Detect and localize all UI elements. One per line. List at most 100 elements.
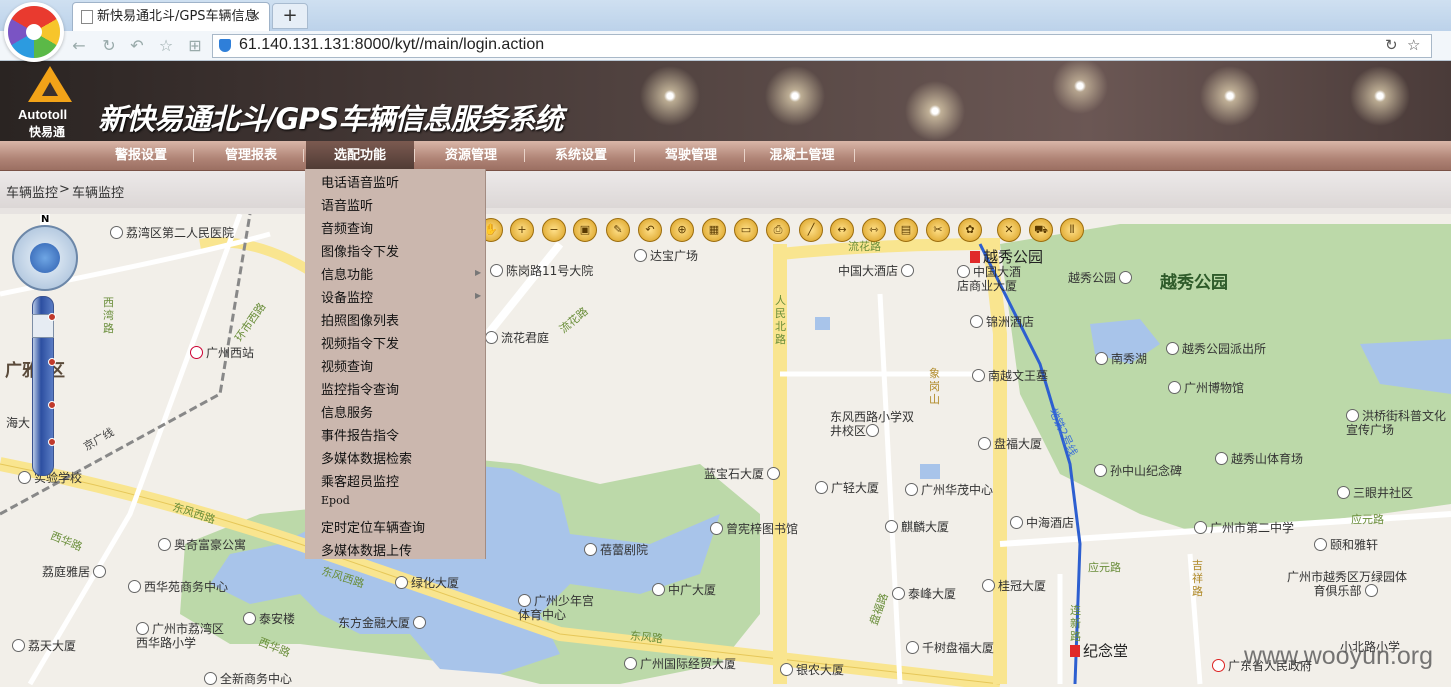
poi-marker[interactable]: 中国大酒店商业大厦 [957, 265, 1021, 293]
browser-tab[interactable]: 新快易通北斗/GPS车辆信息 × [72, 2, 270, 31]
menu-item-info-functions[interactable]: 信息功能 [321, 264, 373, 283]
poi-marker[interactable]: 荔湾区第二人民医院 [110, 224, 234, 241]
menu-driving-management[interactable]: 驾驶管理 [646, 141, 736, 170]
poi-marker[interactable]: 桂冠大厦 [982, 577, 1046, 594]
poi-marker[interactable]: 广州市第二中学 [1194, 519, 1294, 536]
poi-marker[interactable]: 达宝广场 [634, 247, 698, 264]
grid-icon[interactable]: ⊞ [184, 35, 206, 57]
poi-marker[interactable]: 全新商务中心 [204, 670, 292, 687]
poi-marker[interactable]: 千树盘福大厦 [906, 639, 994, 656]
breadcrumb-level1[interactable]: 车辆监控 [6, 182, 58, 201]
ruler-icon[interactable]: ↔ [830, 218, 854, 242]
back-icon[interactable]: ← [68, 35, 90, 57]
bookmark-star-icon[interactable]: ☆ [1407, 36, 1420, 54]
vehicle-icon[interactable]: ⛟ [1029, 218, 1053, 242]
poi-marker[interactable]: 中海酒店 [1010, 514, 1074, 531]
menu-item-voice-monitor[interactable]: 语音监听 [321, 195, 373, 214]
poi-marker[interactable]: 中国大酒店 [838, 262, 917, 279]
menu-management-reports[interactable]: 管理报表 [206, 141, 296, 170]
poi-marker[interactable]: 洪桥街科普文化宣传广场 [1346, 409, 1446, 437]
menu-item-monitor-command-query[interactable]: 监控指令查询 [321, 379, 399, 398]
menu-item-passenger-overload[interactable]: 乘客超员监控 [321, 471, 399, 490]
poi-marker[interactable]: 绿化大厦 [395, 574, 459, 591]
poi-marker[interactable]: 泰峰大厦 [892, 585, 956, 602]
back-view-icon[interactable]: ↶ [638, 218, 662, 242]
star-icon[interactable]: ☆ [155, 35, 177, 57]
tools-icon[interactable]: ✂ [926, 218, 950, 242]
full-extent-icon[interactable]: ⊕ [670, 218, 694, 242]
poi-marker[interactable]: 陈岗路11号大院 [490, 262, 593, 279]
menu-optional-features[interactable]: 选配功能 [306, 141, 414, 170]
distance-icon[interactable]: ⇿ [862, 218, 886, 242]
address-bar[interactable]: 61.140.131.131:8000/kyt//main/login.acti… [212, 34, 1432, 58]
settings-icon[interactable]: ✿ [958, 218, 982, 242]
zoom-level-marker[interactable] [48, 438, 56, 446]
undo-icon[interactable]: ↶ [126, 35, 148, 57]
poi-marker[interactable]: 越秀公园派出所 [1166, 340, 1266, 357]
poi-marker[interactable]: 越秀公园 [1068, 269, 1135, 286]
poi-marker[interactable]: 东方金融大厦 [338, 614, 429, 631]
menu-alarm-settings[interactable]: 警报设置 [96, 141, 186, 170]
poi-marker[interactable]: 东风西路小学双井校区 [830, 410, 918, 438]
poi-marker[interactable]: 孙中山纪念碑 [1094, 462, 1182, 479]
metro-station[interactable]: 纪念堂 [1070, 640, 1128, 661]
poi-marker[interactable]: 流花君庭 [485, 329, 549, 346]
menu-item-phone-voice-monitor[interactable]: 电话语音监听 [321, 172, 399, 191]
menu-concrete-management[interactable]: 混凝土管理 [756, 141, 848, 170]
menu-item-event-report[interactable]: 事件报告指令 [321, 425, 399, 444]
poi-marker[interactable]: 广州国际经贸大厦 [624, 655, 736, 672]
url-text[interactable]: 61.140.131.131:8000/kyt//main/login.acti… [239, 36, 544, 54]
poi-marker[interactable]: 盘福大厦 [978, 435, 1042, 452]
poi-marker[interactable]: 锦洲酒店 [970, 313, 1034, 330]
menu-item-multimedia-search[interactable]: 多媒体数据检索 [321, 448, 412, 467]
menu-item-info-service[interactable]: 信息服务 [321, 402, 373, 421]
reload-icon[interactable]: ↻ [1385, 36, 1398, 54]
menu-item-video-query[interactable]: 视频查询 [321, 356, 373, 375]
menu-item-timed-location-query[interactable]: 定时定位车辆查询 [321, 517, 425, 536]
clear-icon[interactable]: ✕ [997, 218, 1021, 242]
poi-marker[interactable]: 麒麟大厦 [885, 518, 949, 535]
menu-item-epod[interactable]: Epod [321, 494, 350, 507]
zoom-level-marker[interactable] [48, 401, 56, 409]
poi-marker[interactable]: 奥奇富豪公寓 [158, 536, 246, 553]
draw-line-icon[interactable]: ╱ [799, 218, 823, 242]
poi-marker[interactable]: 广州市越秀区万绿园体育俱乐部 [1287, 570, 1407, 598]
poi-marker[interactable]: 泰安楼 [243, 610, 295, 627]
poi-marker[interactable]: 广轻大厦 [815, 479, 879, 496]
zoom-level-marker[interactable] [48, 313, 56, 321]
poi-marker[interactable]: 曾宪梓图书馆 [710, 520, 798, 537]
menu-item-image-command[interactable]: 图像指令下发 [321, 241, 399, 260]
zoom-rect-icon[interactable]: ▣ [573, 218, 597, 242]
poi-marker[interactable]: 中广大厦 [652, 581, 716, 598]
menu-item-multimedia-upload[interactable]: 多媒体数据上传 [321, 540, 412, 559]
zoom-in-icon[interactable]: + [510, 218, 534, 242]
layer-icon[interactable]: ▦ [702, 218, 726, 242]
map-canvas[interactable]: 越秀公园 广雅 区 越秀公园 纪念堂 荔湾区第二人民医院 广州西站 陈岗路11号… [0, 208, 1451, 687]
menu-system-settings[interactable]: 系统设置 [536, 141, 626, 170]
zoom-level-marker[interactable] [48, 358, 56, 366]
poi-marker[interactable]: 广州市荔湾区西华路小学 [136, 622, 228, 650]
tab-close-icon[interactable]: × [249, 3, 261, 30]
map-pan-control[interactable]: N [12, 214, 78, 291]
menu-item-photo-list[interactable]: 拍照图像列表 [321, 310, 399, 329]
poi-marker[interactable]: 越秀山体育场 [1215, 450, 1303, 467]
menu-item-audio-query[interactable]: 音频查询 [321, 218, 373, 237]
poi-marker[interactable]: 银农大厦 [780, 661, 844, 678]
traffic-light-icon[interactable]: ⦀ [1060, 218, 1084, 242]
poi-marker[interactable]: 荔天大厦 [12, 637, 76, 654]
poi-marker[interactable]: 西华苑商务中心 [128, 578, 228, 595]
menu-resource-management[interactable]: 资源管理 [426, 141, 516, 170]
menu-item-device-monitor[interactable]: 设备监控 [321, 287, 373, 306]
poi-marker[interactable]: 蓓蕾剧院 [584, 541, 648, 558]
poi-marker[interactable]: 广州博物馆 [1168, 379, 1244, 396]
poi-marker[interactable]: 广州少年宫体育中心 [518, 594, 598, 622]
poi-marker[interactable]: 广州西站 [190, 344, 254, 361]
poi-marker[interactable]: 颐和雅轩 [1314, 536, 1378, 553]
zoom-out-icon[interactable]: − [542, 218, 566, 242]
menu-item-video-command[interactable]: 视频指令下发 [321, 333, 399, 352]
browser-logo-icon[interactable] [8, 6, 60, 58]
poi-marker[interactable]: 蓝宝石大厦 [704, 465, 783, 482]
measure-icon[interactable]: ✎ [606, 218, 630, 242]
stripe-icon[interactable]: ▤ [894, 218, 918, 242]
print-icon[interactable]: ⎙ [766, 218, 790, 242]
